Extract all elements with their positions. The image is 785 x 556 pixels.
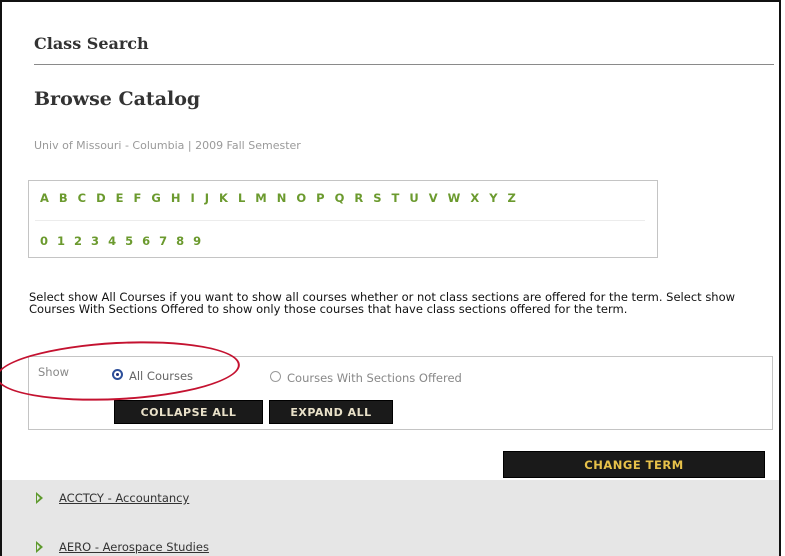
digit-4-link[interactable]: 4 <box>108 234 116 254</box>
letter-w-link[interactable]: W <box>448 191 461 211</box>
catalog-index-box: ABCDEFGHIJKLMNOPQRSTUVWXYZ 0123456789 <box>28 180 658 258</box>
digit-6-link[interactable]: 6 <box>142 234 150 254</box>
sections-offered-radio[interactable] <box>270 371 281 382</box>
letter-h-link[interactable]: H <box>171 191 181 211</box>
digit-7-link[interactable]: 7 <box>159 234 167 254</box>
sections-offered-label[interactable]: Courses With Sections Offered <box>287 371 462 385</box>
letter-i-link[interactable]: I <box>190 191 194 211</box>
digit-index: 0123456789 <box>40 234 210 254</box>
letter-e-link[interactable]: E <box>116 191 124 211</box>
change-term-button[interactable]: CHANGE TERM <box>503 451 765 478</box>
letter-m-link[interactable]: M <box>255 191 266 211</box>
letter-x-link[interactable]: X <box>470 191 479 211</box>
digit-2-link[interactable]: 2 <box>74 234 82 254</box>
letter-g-link[interactable]: G <box>151 191 160 211</box>
letter-t-link[interactable]: T <box>392 191 400 211</box>
letter-k-link[interactable]: K <box>219 191 228 211</box>
letter-j-link[interactable]: J <box>205 191 209 211</box>
digit-8-link[interactable]: 8 <box>176 234 184 254</box>
letter-p-link[interactable]: P <box>316 191 324 211</box>
section-title: Class Search <box>34 34 149 53</box>
show-instructions: Select show All Courses if you want to s… <box>29 290 736 316</box>
expand-triangle-icon[interactable] <box>36 492 43 504</box>
letter-b-link[interactable]: B <box>59 191 68 211</box>
letter-z-link[interactable]: Z <box>508 191 516 211</box>
subject-link-aero[interactable]: AERO - Aerospace Studies <box>59 540 209 554</box>
digit-9-link[interactable]: 9 <box>193 234 201 254</box>
subject-link-acctcy[interactable]: ACCTCY - Accountancy <box>59 491 189 505</box>
letter-c-link[interactable]: C <box>78 191 86 211</box>
title-divider <box>34 64 774 65</box>
letter-a-link[interactable]: A <box>40 191 49 211</box>
index-divider <box>35 220 645 221</box>
letter-y-link[interactable]: Y <box>489 191 497 211</box>
letter-n-link[interactable]: N <box>277 191 287 211</box>
letter-u-link[interactable]: U <box>409 191 418 211</box>
letter-l-link[interactable]: L <box>238 191 245 211</box>
letter-f-link[interactable]: F <box>134 191 142 211</box>
expand-triangle-icon[interactable] <box>36 541 43 553</box>
letter-v-link[interactable]: V <box>429 191 438 211</box>
subject-row[interactable]: ACCTCY - Accountancy <box>36 490 189 506</box>
digit-1-link[interactable]: 1 <box>57 234 65 254</box>
letter-o-link[interactable]: O <box>296 191 306 211</box>
letter-q-link[interactable]: Q <box>335 191 345 211</box>
digit-3-link[interactable]: 3 <box>91 234 99 254</box>
subject-row[interactable]: AERO - Aerospace Studies <box>36 539 209 555</box>
letter-d-link[interactable]: D <box>96 191 106 211</box>
letter-s-link[interactable]: S <box>373 191 381 211</box>
letter-index: ABCDEFGHIJKLMNOPQRSTUVWXYZ <box>40 191 526 211</box>
letter-r-link[interactable]: R <box>354 191 363 211</box>
collapse-all-button[interactable]: COLLAPSE ALL <box>114 400 263 424</box>
expand-all-button[interactable]: EXPAND ALL <box>269 400 393 424</box>
digit-0-link[interactable]: 0 <box>40 234 48 254</box>
digit-5-link[interactable]: 5 <box>125 234 133 254</box>
page-title: Browse Catalog <box>34 88 201 110</box>
term-info: Univ of Missouri - Columbia | 2009 Fall … <box>34 139 301 152</box>
